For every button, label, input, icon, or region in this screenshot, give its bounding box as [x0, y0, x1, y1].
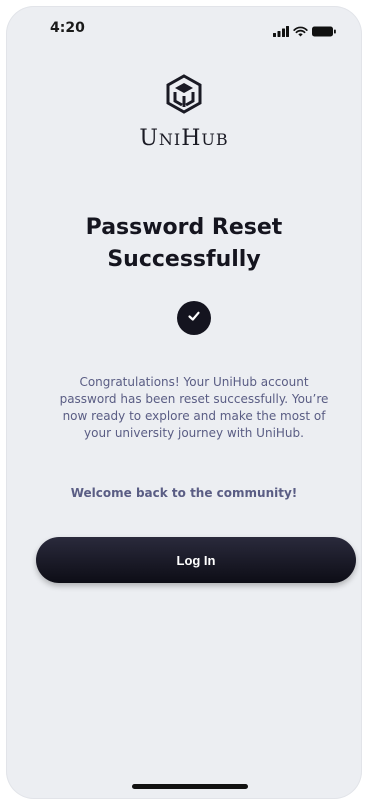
- brand-name: UNIHUB: [6, 126, 362, 151]
- wifi-icon: [293, 22, 308, 41]
- page-title: Password Reset Successfully: [6, 212, 362, 276]
- status-icons: [273, 22, 336, 41]
- status-time: 4:20: [50, 20, 85, 36]
- brand-letter-u: U: [139, 126, 159, 151]
- status-bar: 4:20: [6, 6, 362, 50]
- phone-screen: 4:20 UNIHUB Password Reset Successfully …: [6, 6, 362, 799]
- home-indicator[interactable]: [132, 784, 248, 789]
- brand-letters-ni: NI: [158, 130, 182, 149]
- title-line-1: Password Reset: [85, 215, 283, 240]
- unihub-cube-logo-icon: [164, 74, 204, 114]
- checkmark-icon: [186, 308, 202, 328]
- title-line-2: Successfully: [107, 247, 261, 272]
- brand-header: UNIHUB: [6, 74, 362, 151]
- login-button[interactable]: Log In: [36, 537, 356, 583]
- brand-letters-ub: UB: [201, 130, 229, 149]
- success-message: Congratulations! Your UniHub account pas…: [59, 375, 329, 440]
- welcome-message: Welcome back to the community!: [70, 486, 298, 500]
- brand-letter-h: H: [181, 126, 202, 151]
- battery-icon: [312, 22, 336, 41]
- success-badge: [177, 301, 211, 335]
- signal-icon: [273, 22, 289, 41]
